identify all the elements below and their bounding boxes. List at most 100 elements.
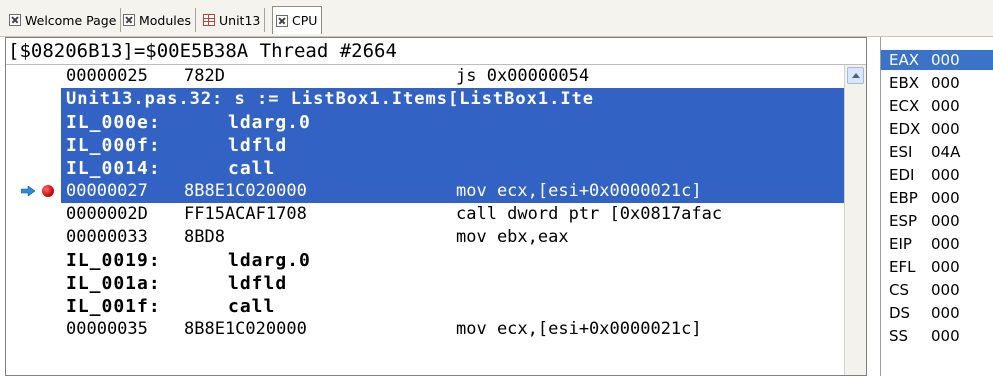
gutter[interactable]: [6, 272, 61, 295]
register-row-ecx[interactable]: ECX 000: [881, 96, 993, 116]
il-row[interactable]: IL_000f: ldfld: [6, 134, 844, 157]
gutter[interactable]: [6, 203, 61, 226]
register-row-edx[interactable]: EDX 000: [881, 119, 993, 139]
instruction-text: mov ecx,[esi+0x0000021c]: [456, 319, 702, 339]
source-line-row[interactable]: Unit13.pas.32: s := ListBox1.Items[ListB…: [6, 88, 844, 111]
register-row-edi[interactable]: EDI 000: [881, 165, 993, 185]
register-name: SS: [889, 327, 909, 345]
register-name: ESP: [889, 212, 918, 230]
gutter[interactable]: [6, 88, 61, 111]
address-status-line: [$08206B13]=$00E5B38A Thread #2664: [6, 38, 866, 65]
instruction-address: 00000025: [66, 66, 148, 86]
instruction-bytes: 8BD8: [184, 227, 225, 247]
disassembly-list[interactable]: 00000025 782D js 0x00000054 Unit13.pas.3…: [6, 65, 844, 375]
register-row-ds[interactable]: DS 000: [881, 303, 993, 323]
il-opcode: call: [228, 158, 276, 179]
instruction-bytes: FF15ACAF1708: [184, 204, 307, 224]
close-icon[interactable]: [123, 14, 135, 26]
instruction-bytes: 782D: [184, 66, 225, 86]
register-name: CS: [889, 281, 909, 299]
gutter[interactable]: [6, 226, 61, 249]
register-value: 000: [931, 189, 960, 207]
instruction-text: call dword ptr [0x0817afac: [456, 204, 723, 224]
il-opcode: ldfld: [228, 135, 288, 156]
register-row-eip[interactable]: EIP 000: [881, 234, 993, 254]
tab-label: Modules: [139, 12, 191, 28]
cpu-disassembly-pane: [$08206B13]=$00E5B38A Thread #2664 00000…: [5, 37, 867, 376]
gutter[interactable]: [6, 157, 61, 180]
il-label: IL_0014:: [66, 158, 161, 179]
register-name: EDI: [889, 166, 915, 184]
gutter[interactable]: [6, 65, 61, 88]
register-name: ECX: [889, 97, 920, 115]
register-value: 000: [931, 281, 960, 299]
il-label: IL_0019:: [66, 250, 161, 271]
il-row[interactable]: IL_001f: call: [6, 295, 844, 318]
register-name: EDX: [889, 120, 921, 138]
tab-cpu[interactable]: CPU: [272, 6, 323, 34]
register-row-ebx[interactable]: EBX 000: [881, 73, 993, 93]
gutter[interactable]: [6, 134, 61, 157]
disassembly-row[interactable]: 00000033 8BD8 mov ebx,eax: [6, 226, 844, 249]
register-value: 04A: [931, 143, 961, 161]
register-value: 000: [931, 258, 960, 276]
il-opcode: call: [228, 296, 276, 317]
tab-label: Unit13: [219, 12, 261, 28]
il-row[interactable]: IL_000e: ldarg.0: [6, 111, 844, 134]
current-instruction-row[interactable]: 00000027 8B8E1C020000 mov ecx,[esi+0x000…: [6, 180, 844, 203]
instruction-bytes: 8B8E1C020000: [184, 319, 307, 339]
il-label: IL_001f:: [66, 296, 161, 317]
register-row-cs[interactable]: CS 000: [881, 280, 993, 300]
instruction-address: 00000027: [66, 181, 148, 201]
register-row-ss[interactable]: SS 000: [881, 326, 993, 346]
il-label: IL_001a:: [66, 273, 161, 294]
il-row[interactable]: IL_0019: ldarg.0: [6, 249, 844, 272]
close-icon[interactable]: [9, 14, 21, 26]
register-name: EIP: [889, 235, 912, 253]
register-name: EBX: [889, 74, 920, 92]
tab-label: CPU: [292, 13, 318, 28]
disassembly-row[interactable]: 00000035 8B8E1C020000 mov ecx,[esi+0x000…: [6, 318, 844, 341]
register-row-eax[interactable]: EAX 000: [881, 50, 993, 70]
il-opcode: ldarg.0: [228, 112, 311, 133]
register-value: 000: [931, 97, 960, 115]
instruction-text: mov ebx,eax: [456, 227, 569, 247]
close-icon[interactable]: [276, 14, 288, 27]
il-opcode: ldarg.0: [228, 250, 311, 271]
scroll-up-button[interactable]: [847, 67, 864, 84]
gutter[interactable]: [6, 295, 61, 318]
il-row[interactable]: IL_0014: call: [6, 157, 844, 180]
register-row-ebp[interactable]: EBP 000: [881, 188, 993, 208]
instruction-text: mov ecx,[esi+0x0000021c]: [456, 181, 702, 201]
register-row-esp[interactable]: ESP 000: [881, 211, 993, 231]
register-row-efl[interactable]: EFL 000: [881, 257, 993, 277]
grid-icon: [203, 14, 215, 26]
tab-modules[interactable]: Modules: [120, 8, 196, 32]
register-value: 000: [931, 212, 960, 230]
register-row-esi[interactable]: ESI 04A: [881, 142, 993, 162]
registers-pane: EAX 000 EBX 000 ECX 000 EDX 000 ESI 04A …: [880, 37, 993, 376]
gutter[interactable]: [6, 249, 61, 272]
breakpoint-icon[interactable]: [42, 185, 54, 197]
instruction-text: js 0x00000054: [456, 66, 590, 86]
execution-point-arrow-icon: [21, 186, 35, 196]
disassembly-row[interactable]: 00000025 782D js 0x00000054: [6, 65, 844, 88]
instruction-address: 0000002D: [66, 204, 148, 224]
il-opcode: ldfld: [228, 273, 288, 294]
tab-unit13[interactable]: Unit13: [200, 8, 266, 32]
register-value: 000: [931, 235, 960, 253]
vertical-scrollbar[interactable]: [844, 65, 866, 375]
disassembly-row[interactable]: 0000002D FF15ACAF1708 call dword ptr [0x…: [6, 203, 844, 226]
il-label: IL_000e:: [66, 112, 161, 133]
register-value: 000: [931, 120, 960, 138]
gutter[interactable]: [6, 111, 61, 134]
register-value: 000: [931, 327, 960, 345]
instruction-address: 00000035: [66, 319, 148, 339]
register-name: ESI: [889, 143, 913, 161]
gutter[interactable]: [6, 180, 61, 203]
il-label: IL_000f:: [66, 135, 161, 156]
register-name: EBP: [889, 189, 918, 207]
gutter[interactable]: [6, 318, 61, 341]
tab-welcome-page[interactable]: Welcome Page: [6, 8, 122, 32]
il-row[interactable]: IL_001a: ldfld: [6, 272, 844, 295]
